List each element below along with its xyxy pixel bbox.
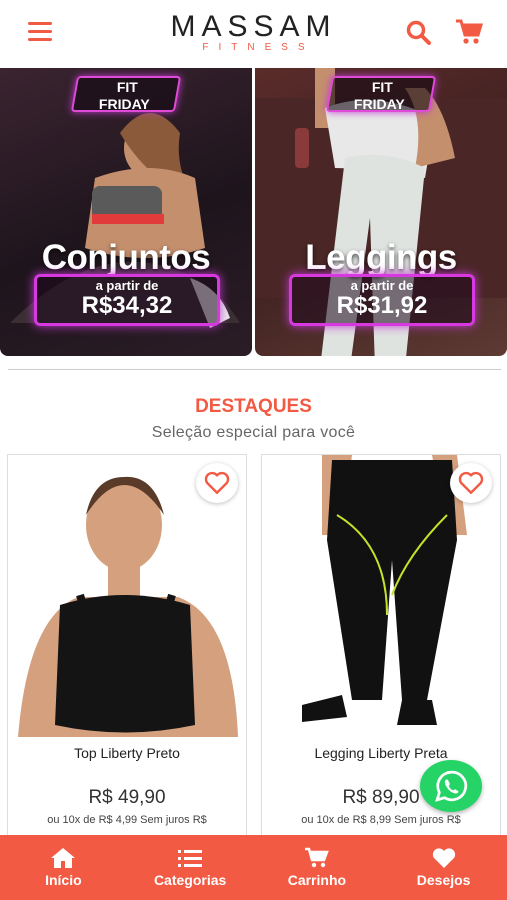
whatsapp-button[interactable] [420,760,482,812]
search-icon[interactable] [406,20,432,46]
badge-line2: FRIDAY [353,96,405,112]
cart-icon[interactable] [455,18,484,46]
banner-leggings[interactable]: FIT FRIDAY Leggings a partir de R$31,92 [255,68,507,356]
heart-icon [432,848,455,868]
promo-banners: FIT FRIDAY Conjuntos a partir de R$34,32… [0,68,507,356]
badge-line1: FIT [371,79,393,95]
fit-friday-badge: FIT FRIDAY [70,76,182,112]
nav-carrinho[interactable]: Carrinho [254,835,381,900]
nav-desejos[interactable]: Desejos [380,835,507,900]
app-header: MASSAM FITNESS [0,0,507,66]
banner-price: R$34,32 [81,292,173,319]
banner-conjuntos[interactable]: FIT FRIDAY Conjuntos a partir de R$34,32 [0,68,252,356]
heart-icon [204,471,230,494]
badge-line1: FIT [116,79,138,95]
banner-price-box: a partir de R$34,32 [34,274,220,326]
section-subtitle: Seleção especial para você [151,424,356,441]
banner-title: Conjuntos [41,238,211,277]
product-price: R$ 49,90 [88,787,166,808]
section-divider [8,369,501,370]
product-card[interactable]: Top Liberty Preto R$ 49,90 ou 10x de R$ … [7,454,247,854]
cart-icon [304,847,329,868]
product-name: Legging Liberty Preta [314,745,448,761]
nav-label: Categorias [153,872,227,888]
nav-label: Desejos [416,872,471,888]
heart-icon [458,471,484,494]
fit-friday-badge: FIT FRIDAY [325,76,437,112]
nav-label: Início [45,872,82,888]
list-icon [178,850,203,867]
banner-price: R$31,92 [336,292,428,319]
nav-label: Carrinho [287,872,347,888]
price-from-label: a partir de [350,278,414,293]
product-name: Top Liberty Preto [74,745,180,761]
section-title: DESTAQUES [195,396,312,417]
banner-title: Leggings [305,238,457,277]
whatsapp-icon [435,770,468,802]
bottom-nav: Início Categorias Carrinho Desejos [0,835,507,900]
brand-subtitle: FITNESS [202,42,315,53]
product-installments: ou 10x de R$ 4,99 Sem juros R$ [47,814,207,826]
nav-inicio[interactable]: Início [0,835,127,900]
home-icon [51,848,76,868]
badge-line2: FRIDAY [98,96,150,112]
favorite-button[interactable] [450,463,492,503]
price-from-label: a partir de [95,278,159,293]
banner-price-box: a partir de R$31,92 [289,274,475,326]
favorite-button[interactable] [196,463,238,503]
nav-categorias[interactable]: Categorias [127,835,254,900]
product-installments: ou 10x de R$ 8,99 Sem juros R$ [301,814,461,826]
